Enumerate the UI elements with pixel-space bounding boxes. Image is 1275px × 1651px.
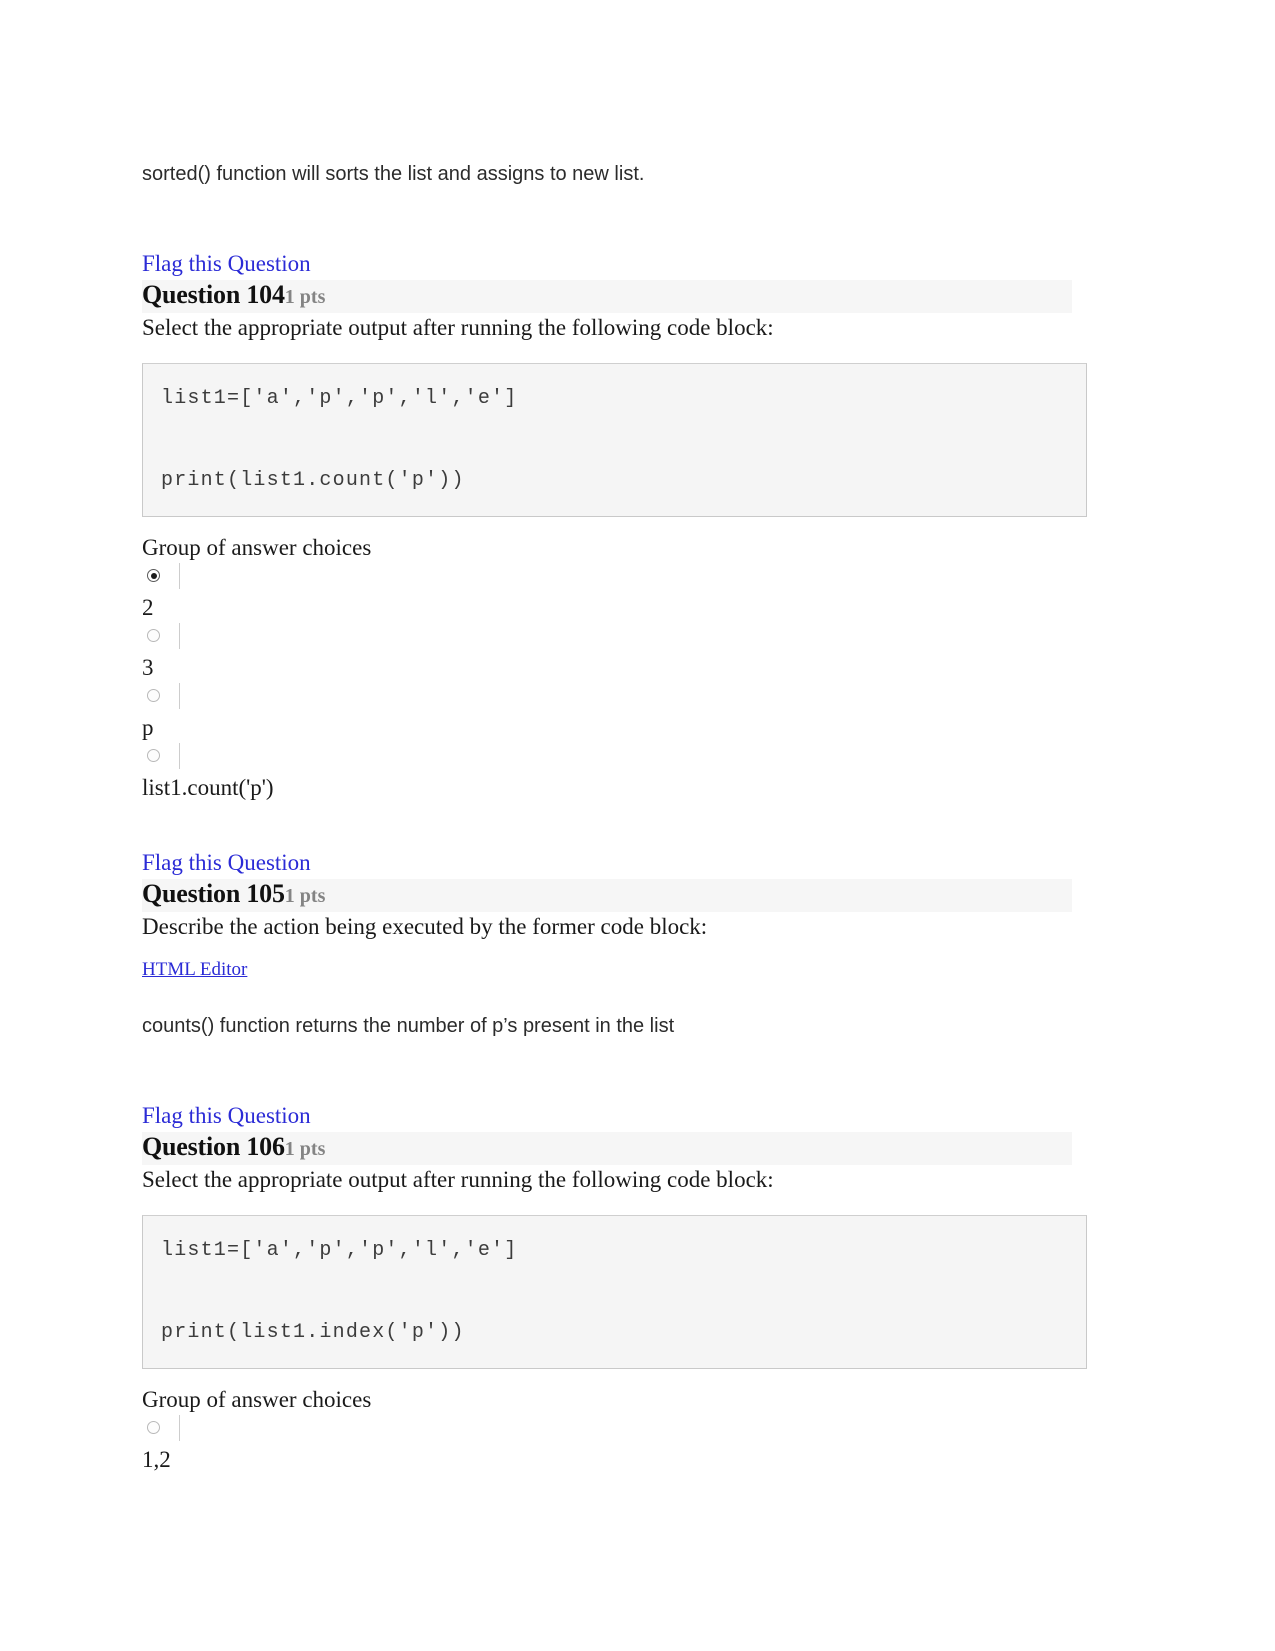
answer-option-104-4[interactable] xyxy=(142,743,1142,773)
intro-note: sorted() function will sorts the list an… xyxy=(142,163,645,185)
answer-option-label-104-1: 2 xyxy=(142,595,154,620)
choices-label-106: Group of answer choices xyxy=(142,1387,372,1412)
radio-button-icon[interactable] xyxy=(147,629,160,642)
question-block-104: Flag this Question Question 104 1 pts Se… xyxy=(142,250,1142,803)
flag-this-question-link-105[interactable]: Flag this Question xyxy=(142,849,311,877)
question-title-105: Question 105 xyxy=(142,879,285,908)
question-prompt-105: Describe the action being executed by th… xyxy=(142,914,708,939)
answer-option-104-2[interactable] xyxy=(142,623,1142,653)
answer-option-label-104-3: p xyxy=(142,715,154,740)
question-header-106: Question 106 1 pts xyxy=(142,1132,1072,1165)
radio-button-icon[interactable] xyxy=(147,689,160,702)
answer-option-label-104-2: 3 xyxy=(142,655,154,680)
code-line-2-106: print(list1.index('p')) xyxy=(161,1321,465,1344)
choice-divider xyxy=(179,743,180,769)
code-blank-line-104 xyxy=(161,412,1086,468)
question-points-105: 1 pts xyxy=(284,885,326,907)
answer-option-label-106-1: 1,2 xyxy=(142,1447,171,1472)
question-header-104: Question 104 1 pts xyxy=(142,280,1072,313)
code-line-1-106: list1=['a','p','p','l','e'] xyxy=(161,1239,518,1262)
code-line-2-104: print(list1.count('p')) xyxy=(161,469,465,492)
question-header-105: Question 105 1 pts xyxy=(142,879,1072,912)
code-blank-line-106 xyxy=(161,1264,1086,1320)
question-points-106: 1 pts xyxy=(284,1138,326,1160)
flag-this-question-link-104[interactable]: Flag this Question xyxy=(142,250,311,278)
document-content: sorted() function will sorts the list an… xyxy=(142,160,1142,1475)
question-answer-text-105: counts() function returns the number of … xyxy=(142,1015,675,1037)
question-title-104: Question 104 xyxy=(142,280,285,309)
question-block-105: Flag this Question Question 105 1 pts De… xyxy=(142,849,1142,1040)
answer-option-104-3[interactable] xyxy=(142,683,1142,713)
choice-divider xyxy=(179,563,180,589)
radio-button-icon[interactable] xyxy=(147,569,160,582)
flag-this-question-link-106[interactable]: Flag this Question xyxy=(142,1102,311,1130)
html-editor-link[interactable]: HTML Editor xyxy=(142,958,247,982)
choice-divider xyxy=(179,623,180,649)
answer-option-106-1[interactable] xyxy=(142,1415,1142,1445)
choice-divider xyxy=(179,683,180,709)
radio-button-icon[interactable] xyxy=(147,749,160,762)
question-prompt-104: Select the appropriate output after runn… xyxy=(142,315,774,340)
question-points-104: 1 pts xyxy=(284,286,326,308)
question-block-106: Flag this Question Question 106 1 pts Se… xyxy=(142,1102,1142,1475)
document-page: sorted() function will sorts the list an… xyxy=(0,0,1275,1651)
choice-divider xyxy=(179,1415,180,1441)
question-title-106: Question 106 xyxy=(142,1132,285,1161)
radio-button-icon[interactable] xyxy=(147,1421,160,1434)
choices-label-104: Group of answer choices xyxy=(142,535,372,560)
code-block-106: list1=['a','p','p','l','e'] print(list1.… xyxy=(142,1215,1087,1369)
question-prompt-106: Select the appropriate output after runn… xyxy=(142,1167,774,1192)
code-line-1-104: list1=['a','p','p','l','e'] xyxy=(161,387,518,410)
answer-option-label-104-4: list1.count('p') xyxy=(142,775,274,800)
code-block-104: list1=['a','p','p','l','e'] print(list1.… xyxy=(142,363,1087,517)
answer-option-104-1[interactable] xyxy=(142,563,1142,593)
